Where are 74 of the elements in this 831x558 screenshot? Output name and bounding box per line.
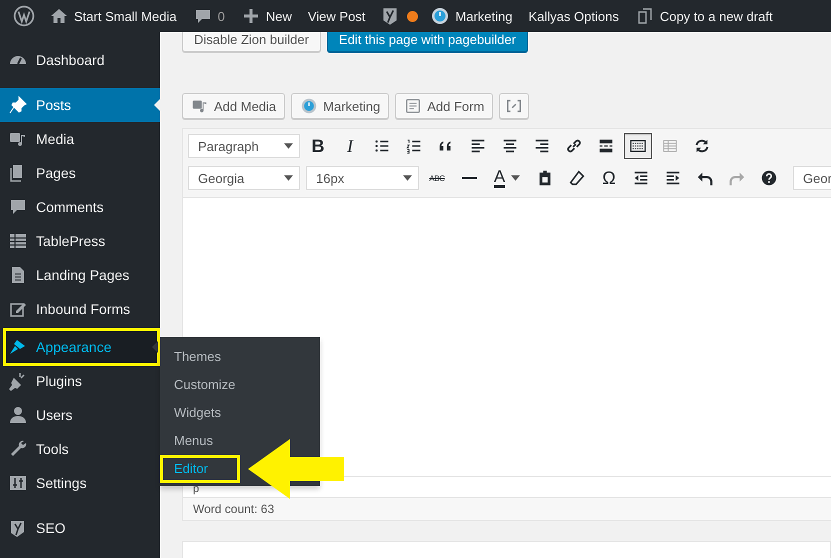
admin-bar-link[interactable]: Marketing — [422, 6, 520, 26]
caret-icon — [284, 143, 293, 149]
media-button[interactable] — [499, 93, 530, 119]
admin-bar-link[interactable]: New — [232, 6, 300, 26]
numbered-list-icon — [405, 137, 423, 155]
home-icon — [49, 6, 69, 26]
builder-button[interactable]: Disable Zion builder — [182, 32, 321, 52]
sidebar-item[interactable]: Media — [0, 122, 160, 156]
sidebar-item[interactable]: Plugins — [0, 364, 160, 398]
pushpin-icon — [8, 95, 28, 115]
keyboard-button[interactable] — [624, 133, 652, 159]
sidebar-item[interactable]: SEO — [0, 511, 160, 545]
admin-bar-link[interactable]: Copy to a new draft — [626, 6, 781, 26]
strikethrough-button[interactable]: ABC — [423, 165, 451, 191]
speech-bubble-icon — [8, 197, 28, 217]
sidebar-item[interactable]: Posts — [0, 88, 160, 122]
current-indicator-icon — [154, 99, 160, 111]
caret-icon — [284, 175, 293, 181]
sidebar-item[interactable]: Settings — [0, 466, 160, 500]
dropdown-field[interactable]: 16px — [306, 166, 419, 190]
align-right-icon — [533, 137, 551, 155]
format-button[interactable]: I — [336, 133, 364, 159]
word-count: Word count: 63 — [193, 502, 274, 516]
submenu-item[interactable]: Editor — [160, 455, 240, 483]
admin-bar-link[interactable]: Kallyas Options — [520, 8, 627, 24]
sliders-icon — [8, 473, 28, 493]
keyboard-icon — [629, 137, 647, 155]
submenu-item[interactable]: Themes — [160, 343, 320, 371]
read-more-icon — [597, 137, 615, 155]
outdent-icon — [632, 169, 650, 187]
dropdown-field[interactable]: Paragraph — [188, 134, 300, 158]
element-path[interactable]: p — [193, 483, 200, 495]
status-dot-icon — [407, 10, 418, 22]
table-grid-icon — [8, 231, 28, 251]
sidebar-item[interactable]: Comments — [0, 190, 160, 224]
sidebar-item[interactable]: Users — [0, 398, 160, 432]
submenu-item[interactable]: Customize — [160, 371, 320, 399]
table-icon — [661, 137, 679, 155]
sidebar-item[interactable]: Inbound Forms — [0, 292, 160, 326]
media-button[interactable]: Marketing — [291, 93, 390, 119]
indent-icon — [664, 169, 682, 187]
align-left-icon — [469, 137, 487, 155]
help-icon — [760, 169, 778, 187]
format-button[interactable]: B — [304, 133, 332, 159]
media-button[interactable]: Add Media — [182, 93, 286, 119]
media-button[interactable]: Add Form — [395, 93, 494, 119]
sidebar-item[interactable]: Dashboard — [0, 43, 160, 77]
dropdown-field[interactable]: Georgia — [188, 166, 300, 190]
horizontal-line-icon — [462, 177, 476, 179]
link-icon — [565, 137, 583, 155]
sidebar-item[interactable]: Appearance — [5, 330, 158, 364]
power-circle-icon — [300, 97, 318, 115]
sidebar-item[interactable]: Landing Pages — [0, 258, 160, 292]
power-circle-icon — [430, 6, 450, 26]
form-icon — [404, 97, 422, 115]
admin-bar-link[interactable]: View Post — [300, 8, 374, 24]
admin-bar-link[interactable]: Start Small Media — [41, 6, 185, 26]
caret-icon — [511, 175, 520, 181]
sidebar-item[interactable]: Pages — [0, 156, 160, 190]
admin-bar-link[interactable]: 0 — [184, 6, 233, 26]
format-button[interactable]: Ω — [595, 165, 623, 191]
refresh-icon — [693, 137, 711, 155]
submenu-item[interactable]: Widgets — [160, 399, 320, 427]
wordpress-logo-icon[interactable] — [13, 5, 35, 27]
eraser-icon — [568, 169, 586, 187]
builder-button[interactable]: Edit this page with pagebuilder — [326, 32, 528, 52]
caret-icon — [403, 175, 412, 181]
sidebar-item[interactable]: Tools — [0, 432, 160, 466]
align-center-icon — [501, 137, 519, 155]
shortcode-brackets-icon — [505, 97, 524, 115]
person-icon — [8, 405, 28, 425]
sidebar-item[interactable]: TablePress — [0, 224, 160, 258]
text-color-button[interactable]: A — [487, 165, 527, 191]
submenu-item[interactable]: Menus — [160, 427, 320, 455]
